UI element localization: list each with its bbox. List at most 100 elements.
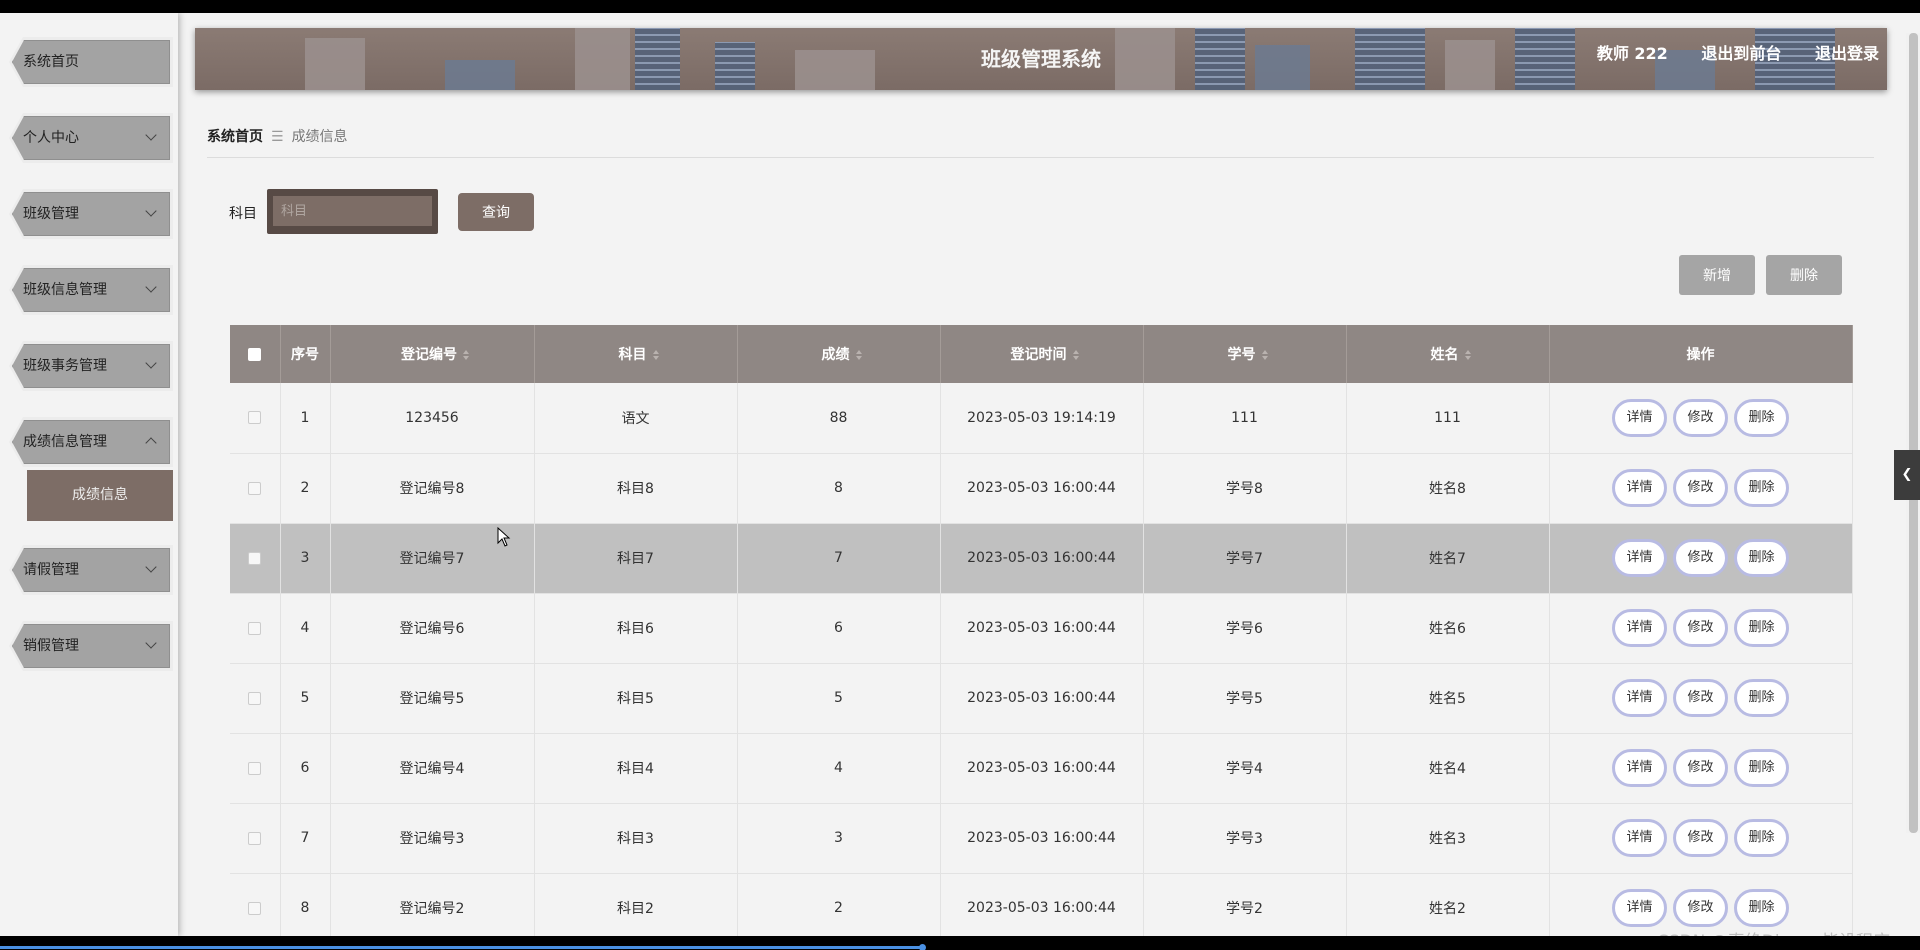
header-select-all[interactable] — [230, 325, 281, 383]
row-select-cell — [230, 453, 281, 524]
row-checkbox[interactable] — [248, 551, 262, 565]
table-row[interactable]: 7 登记编号3 科目3 3 2023-05-03 16:00:44 学号3 姓名3 详情 修改删… — [230, 803, 1853, 874]
cell-student-id: 学号2 — [1143, 873, 1347, 936]
detail-button[interactable]: 详情 — [1612, 398, 1667, 437]
table-row[interactable]: 5 登记编号5 科目5 5 2023-05-03 16:00:44 学号5 姓名5 详情 修改删… — [230, 663, 1853, 734]
detail-button[interactable]: 详情 — [1612, 469, 1667, 507]
row-checkbox[interactable] — [248, 831, 262, 845]
cell-no: 4 — [280, 593, 331, 664]
sidebar-item-class-management[interactable]: 班级管理 — [9, 189, 173, 239]
delete-button[interactable]: 删除 — [1734, 398, 1789, 437]
cell-reg-no: 登记编号2 — [330, 873, 535, 936]
row-checkbox[interactable] — [248, 901, 262, 915]
header-banner: 班级管理系统 教师 222 退出到前台 退出登录 — [195, 28, 1887, 90]
table-row[interactable]: 1 123456 语文 88 2023-05-03 19:14:19 111 111 详情 修改… — [230, 383, 1853, 454]
sidebar-item-class-affairs-management[interactable]: 班级事务管理 — [9, 341, 173, 391]
exit-to-front-link[interactable]: 退出到前台 — [1701, 44, 1781, 63]
sidebar-item-home[interactable]: 系统首页 — [9, 37, 173, 87]
edit-button[interactable]: 修改 — [1673, 679, 1728, 717]
edit-button[interactable]: 修改 — [1673, 749, 1728, 787]
subject-search-input[interactable] — [273, 196, 432, 226]
delete-button[interactable]: 删除 — [1734, 889, 1789, 927]
mouse-pointer-icon — [497, 527, 511, 547]
cell-score: 7 — [737, 523, 941, 594]
sidebar-item-class-info-management[interactable]: 班级信息管理 — [9, 265, 173, 315]
cell-time: 2023-05-03 19:14:19 — [940, 383, 1144, 454]
cell-time: 2023-05-03 16:00:44 — [940, 733, 1144, 804]
edit-button[interactable]: 修改 — [1673, 398, 1728, 437]
detail-button[interactable]: 详情 — [1612, 749, 1667, 787]
table-row[interactable]: 6 登记编号4 科目4 4 2023-05-03 16:00:44 学号4 姓名4 详情 修改删… — [230, 733, 1853, 804]
progress-handle[interactable] — [919, 944, 926, 950]
detail-button[interactable]: 详情 — [1612, 679, 1667, 717]
breadcrumb-home[interactable]: 系统首页 — [207, 129, 263, 145]
edit-button[interactable]: 修改 — [1673, 469, 1728, 507]
scrollbar-thumb[interactable] — [1909, 33, 1918, 833]
delete-button[interactable]: 删除 — [1734, 469, 1789, 507]
column-header[interactable]: 成绩 — [737, 325, 941, 383]
delete-button[interactable]: 删除 — [1734, 609, 1789, 647]
delete-button[interactable]: 删除 — [1734, 539, 1789, 577]
sidebar-item-label: 销假管理 — [23, 638, 79, 654]
row-checkbox[interactable] — [248, 761, 262, 775]
app-window: 系统首页 个人中心 班级管理 班级信息管理 班级事务管理 成绩信息管理 成绩信息 — [0, 13, 1920, 936]
table-row[interactable]: 8 登记编号2 科目2 2 2023-05-03 16:00:44 学号2 姓名2 详情 修改删… — [230, 873, 1853, 936]
cell-score: 2 — [737, 873, 941, 936]
edit-button[interactable]: 修改 — [1673, 889, 1728, 927]
cell-reg-no: 登记编号6 — [330, 593, 535, 664]
sidebar-item-grade-info-management[interactable]: 成绩信息管理 — [9, 417, 173, 467]
column-header[interactable]: 学号 — [1143, 325, 1347, 383]
detail-button[interactable]: 详情 — [1612, 609, 1667, 647]
sidebar-item-label: 班级事务管理 — [23, 358, 107, 374]
column-header[interactable]: 登记时间 — [940, 325, 1144, 383]
cell-operations: 详情 修改 删除 — [1549, 593, 1853, 664]
cell-score: 4 — [737, 733, 941, 804]
row-checkbox[interactable] — [248, 411, 262, 425]
delete-button[interactable]: 删除 — [1734, 749, 1789, 787]
column-header[interactable]: 科目 — [534, 325, 738, 383]
select-all-checkbox[interactable] — [248, 347, 262, 361]
row-checkbox[interactable] — [248, 621, 262, 635]
column-header[interactable]: 姓名 — [1346, 325, 1550, 383]
chevron-left-icon[interactable]: ❮ — [1894, 450, 1920, 500]
cell-no: 8 — [280, 873, 331, 936]
sidebar-item-leave-cancel-management[interactable]: 销假管理 — [9, 621, 173, 671]
column-header: 操作 — [1549, 325, 1853, 383]
column-header[interactable]: 登记编号 — [330, 325, 535, 383]
sidebar-item-leave-management[interactable]: 请假管理 — [9, 545, 173, 595]
edit-button[interactable]: 修改 — [1673, 539, 1728, 577]
cell-score: 88 — [737, 383, 941, 454]
row-checkbox[interactable] — [248, 481, 262, 495]
cell-subject: 语文 — [534, 383, 738, 454]
query-button[interactable]: 查询 — [458, 193, 534, 231]
cell-student-id: 学号5 — [1143, 663, 1347, 734]
page-scrollbar[interactable] — [1906, 33, 1920, 833]
edit-button[interactable]: 修改 — [1673, 609, 1728, 647]
sidebar-item-label: 请假管理 — [23, 562, 79, 578]
table-row[interactable]: 4 登记编号6 科目6 6 2023-05-03 16:00:44 学号6 姓名6 详情 修改删… — [230, 593, 1853, 664]
table-body: 1 123456 语文 88 2023-05-03 19:14:19 111 111 详情 修改… — [230, 383, 1853, 936]
cell-reg-no: 登记编号5 — [330, 663, 535, 734]
cell-time: 2023-05-03 16:00:44 — [940, 593, 1144, 664]
detail-button[interactable]: 详情 — [1612, 889, 1667, 927]
batch-delete-button[interactable]: 删除 — [1766, 255, 1842, 295]
cell-operations: 详情 修改 删除 — [1549, 733, 1853, 804]
logout-link[interactable]: 退出登录 — [1815, 44, 1879, 63]
sidebar-subitem-grade-info[interactable]: 成绩信息 — [27, 470, 173, 521]
cell-subject: 科目4 — [534, 733, 738, 804]
cell-reg-no: 登记编号4 — [330, 733, 535, 804]
detail-button[interactable]: 详情 — [1612, 819, 1667, 857]
cell-no: 7 — [280, 803, 331, 874]
edit-button[interactable]: 修改 — [1673, 819, 1728, 857]
delete-button[interactable]: 删除 — [1734, 679, 1789, 717]
row-checkbox[interactable] — [248, 691, 262, 705]
detail-button[interactable]: 详情 — [1612, 539, 1667, 577]
cell-no: 1 — [280, 383, 331, 454]
add-button[interactable]: 新增 — [1679, 255, 1755, 295]
cell-no: 3 — [280, 523, 331, 594]
cell-operations: 详情 修改 删除 — [1549, 523, 1853, 594]
table-row[interactable]: 3 登记编号7 科目7 7 2023-05-03 16:00:44 学号7 姓名7 详情 修改删… — [230, 523, 1853, 594]
delete-button[interactable]: 删除 — [1734, 819, 1789, 857]
table-row[interactable]: 2 登记编号8 科目8 8 2023-05-03 16:00:44 学号8 姓名8 详情 修改删… — [230, 453, 1853, 524]
sidebar-item-personal-center[interactable]: 个人中心 — [9, 113, 173, 163]
